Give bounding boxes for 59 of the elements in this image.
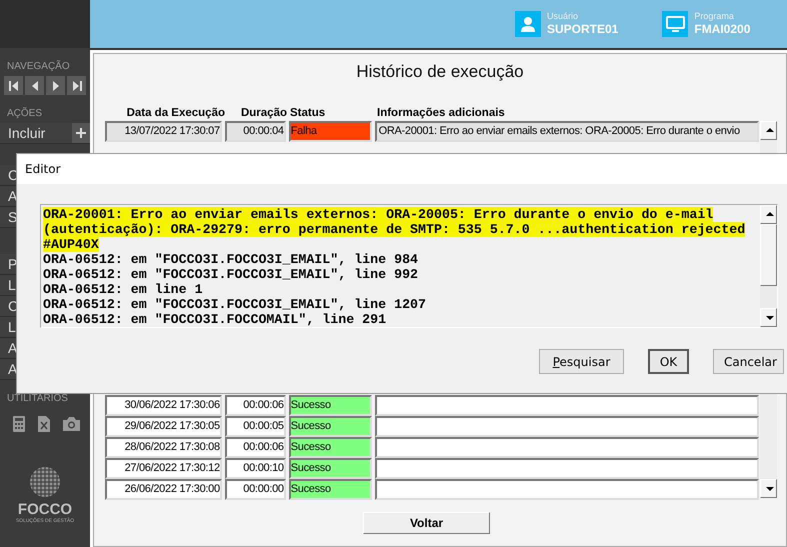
camera-icon	[63, 417, 80, 431]
calculator-icon	[13, 416, 25, 432]
previous-button[interactable]	[25, 76, 44, 95]
text-area[interactable]	[40, 204, 778, 328]
ok-button[interactable]: OK	[648, 349, 689, 374]
text-line: ORA-06512: em "FOCCO3I.FOCCO3I_EMAIL", line 992	[43, 267, 418, 282]
table-cell: ORA-20001: Erro ao enviar emails externos: ORA-20005: Erro durante o envio	[374, 121, 759, 142]
search-button[interactable]: Pesquisar	[539, 349, 624, 374]
status-cell: Sucesso	[288, 416, 372, 437]
table-cell: 28/06/2022 17:30:08	[105, 437, 222, 458]
text-line: ORA-06512: em "FOCCO3I.FOCCOMAIL", line 291	[43, 312, 386, 327]
globe-logo-icon	[29, 466, 61, 498]
plus-icon	[75, 127, 87, 139]
table-cell: 13/07/2022 17:30:07	[105, 121, 222, 142]
table-cell: 00:00:10	[224, 458, 286, 479]
column-header: Data da Execução	[126, 107, 225, 121]
section-label: NAVEGAÇÃO	[6, 59, 71, 74]
status-cell: Falha	[288, 121, 372, 142]
sidebar-item[interactable]: L	[0, 276, 16, 294]
add-button[interactable]	[72, 123, 90, 143]
header-label: Usuário	[547, 11, 580, 22]
table-cell: 00:00:00	[224, 479, 286, 500]
table-cell: 27/06/2022 17:30:12	[105, 458, 222, 479]
table-cell: 00:00:05	[224, 416, 286, 437]
column-header: Duração	[240, 107, 287, 121]
column-header: Informações adicionais	[376, 107, 505, 121]
text-line: ORA-06512: em "FOCCO3I.FOCCO3I_EMAIL", line 1207	[43, 297, 426, 312]
status-cell: Sucesso	[288, 395, 372, 416]
status-cell: Sucesso	[288, 479, 372, 500]
page-title: Histórico de execução	[355, 61, 525, 83]
text-line: ORA-06512: em "FOCCO3I.FOCCO3I_EMAIL", line 984	[43, 252, 418, 267]
logo-text: FOCCO	[18, 502, 72, 518]
table-cell: 26/06/2022 17:30:00	[105, 479, 222, 500]
text-line: ORA-06512: em line 1	[43, 282, 203, 297]
header-label: Programa	[694, 11, 735, 22]
dialog-title: Editor	[17, 154, 787, 184]
status-cell: Sucesso	[288, 458, 372, 479]
section-label: UTILITARIOS	[6, 392, 69, 406]
cancel-button[interactable]: Cancelar	[713, 349, 784, 374]
last-button[interactable]	[67, 76, 86, 95]
scrollbar[interactable]	[760, 205, 777, 327]
sidebar-item[interactable]: P	[0, 255, 18, 273]
table-cell: 00:00:06	[224, 437, 286, 458]
next-button[interactable]	[46, 76, 65, 95]
monitor-icon	[662, 11, 688, 37]
header-value: SUPORTE01	[547, 22, 618, 37]
back-button[interactable]: Voltar	[363, 512, 490, 534]
header-value: FMAI0200	[694, 22, 750, 37]
user-icon	[515, 11, 541, 37]
table-cell: 29/06/2022 17:30:05	[105, 416, 222, 437]
status-cell: Sucesso	[288, 437, 372, 458]
sidebar-item[interactable]: L	[0, 318, 16, 336]
column-header: Status	[289, 107, 326, 121]
table-cell: 00:00:04	[224, 121, 286, 142]
spreadsheet-file-icon	[38, 416, 50, 432]
first-button[interactable]	[4, 76, 23, 95]
table-cell: 00:00:06	[224, 395, 286, 416]
section-label: AÇÕES	[6, 106, 44, 121]
table-cell: 30/06/2022 17:30:06	[105, 395, 222, 416]
